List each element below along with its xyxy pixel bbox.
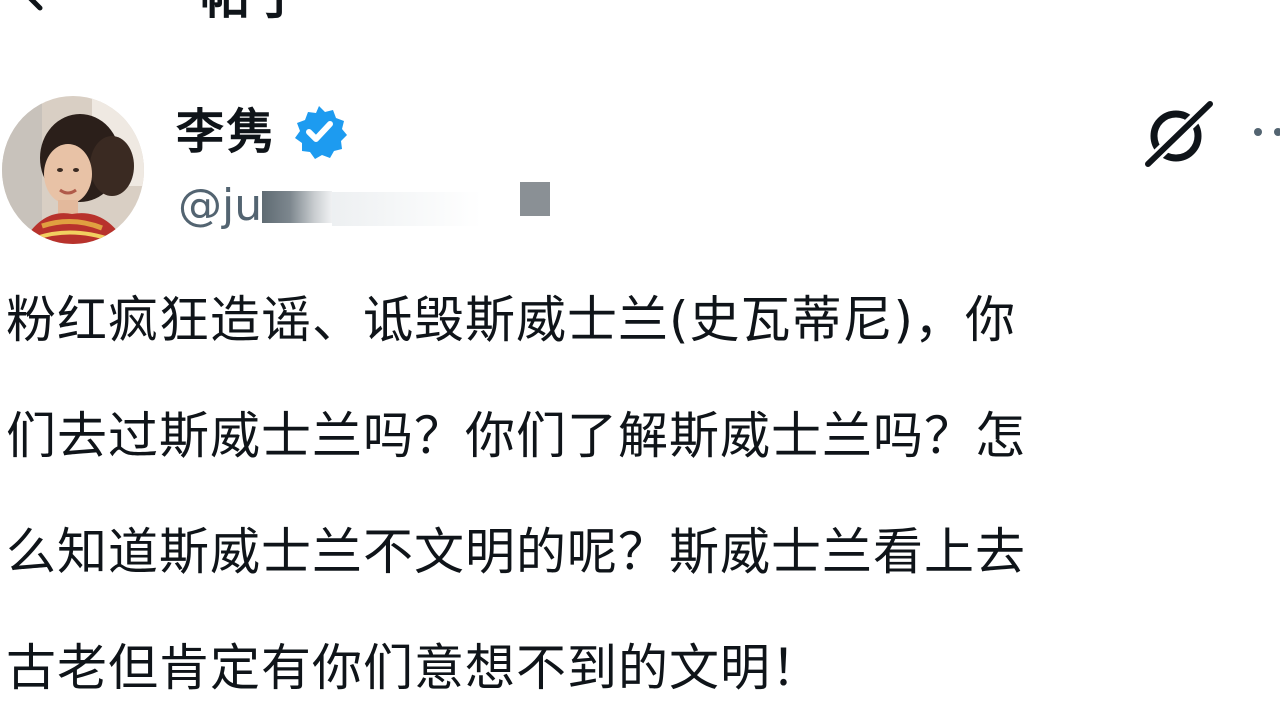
author-name-row: 李隽	[176, 100, 348, 164]
grok-icon[interactable]	[1140, 98, 1216, 170]
page-title: 帖子	[200, 0, 308, 26]
arrow-left-icon[interactable]	[14, 0, 54, 14]
more-options-icon[interactable]	[1244, 112, 1280, 152]
post-text-line: 古老但肯定有你们意想不到的文明！	[6, 639, 822, 697]
redaction-mark	[262, 191, 333, 223]
redaction-block	[520, 182, 550, 216]
verified-badge-icon	[295, 106, 348, 159]
author-handle-row: @ju	[178, 176, 483, 236]
post-text: 粉红疯狂造谣、诋毁斯威士兰(史瓦蒂尼)，你 们去过斯威士兰吗？你们了解斯威士兰吗…	[6, 262, 1276, 726]
post-text-line: 们去过斯威士兰吗？你们了解斯威士兰吗？怎	[6, 407, 1026, 465]
post-text-line: 粉红疯狂造谣、诋毁斯威士兰(史瓦蒂尼)，你	[6, 291, 1017, 349]
author-display-name[interactable]: 李隽	[176, 102, 276, 162]
post-text-line: 么知道斯威士兰不文明的呢？斯威士兰看上去	[6, 523, 1026, 581]
top-bar: 帖子	[0, 0, 1280, 30]
redaction-blur	[332, 192, 483, 226]
avatar-image	[2, 96, 144, 244]
avatar[interactable]	[2, 96, 144, 244]
author-handle[interactable]: @ju	[178, 178, 262, 234]
